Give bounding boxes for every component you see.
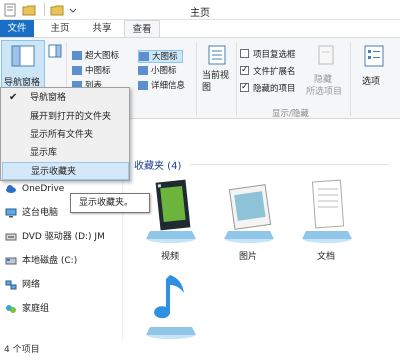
item-checkboxes-option[interactable]: 项目复选框 <box>240 48 296 61</box>
file-extensions-option[interactable]: 文件扩展名 <box>240 64 296 78</box>
tab-file[interactable]: 文件 <box>0 20 34 38</box>
layout-extra-large[interactable]: 超大图标 <box>72 50 119 63</box>
selected-items-label: 所选项目 <box>306 87 343 97</box>
show-hide-group-label: 显示/隐藏 <box>272 109 309 119</box>
tab-home[interactable]: 主页 <box>42 20 78 38</box>
tab-share[interactable]: 共享 <box>84 20 120 38</box>
video-library-icon <box>146 179 196 243</box>
status-bar: 4 个项目 <box>0 341 400 360</box>
item-checkboxes-checkbox[interactable] <box>240 49 249 58</box>
network-icon <box>5 280 17 290</box>
menu-item-show-favorites[interactable]: 显示收藏夹 <box>2 162 129 180</box>
options-label: 选项 <box>362 77 381 87</box>
tab-view[interactable]: 查看 <box>124 20 160 38</box>
current-view-button[interactable]: 当前视图 <box>200 42 234 102</box>
layout-small[interactable]: 小图标 <box>138 65 177 78</box>
medium-icons-icon <box>72 66 82 75</box>
details-icon <box>138 81 148 90</box>
dvd-drive-icon <box>5 233 17 241</box>
group-header-line <box>190 164 390 165</box>
cloud-icon <box>6 185 16 193</box>
current-view-label: 当前视图 <box>202 71 230 93</box>
preview-pane-icon[interactable] <box>48 44 62 58</box>
window-title: 主页 <box>190 8 210 19</box>
library-label: 视频 <box>160 252 179 262</box>
library-label: 文档 <box>316 252 335 262</box>
library-documents[interactable]: 文档 <box>296 169 356 262</box>
file-extensions-checkbox[interactable] <box>240 64 249 77</box>
library-pictures[interactable]: 图片 <box>218 169 278 262</box>
options-button[interactable]: 选项 <box>354 42 394 102</box>
options-icon <box>364 45 384 67</box>
current-view-icon <box>208 45 226 65</box>
music-library-icon <box>146 275 196 339</box>
check-icon: ✔ <box>9 92 18 103</box>
menu-item-expand-to-open-folder[interactable]: 展开到打开的文件夹 <box>2 108 129 126</box>
ribbon-separator <box>350 42 351 116</box>
small-icons-icon <box>138 66 148 75</box>
hidden-items-option[interactable]: 隐藏的项目 <box>240 81 296 95</box>
ribbon-separator <box>196 42 197 116</box>
library-label: 图片 <box>238 252 257 262</box>
large-icons-icon <box>139 52 149 61</box>
nav-pane-menu: ✔ 导航窗格 展开到打开的文件夹 显示所有文件夹 显示库 显示收藏夹 <box>0 87 130 181</box>
tooltip: 显示收藏夹。 <box>70 193 150 213</box>
title-bar: 主页 <box>0 0 400 20</box>
ribbon-tabs: 文件 主页 共享 查看 <box>0 20 400 38</box>
hide-selected-button[interactable]: 隐藏 所选项目 <box>306 42 346 102</box>
nav-pane-icon <box>11 45 35 67</box>
extra-large-icons-icon <box>72 51 82 60</box>
local-disk-icon <box>5 257 17 265</box>
layout-medium[interactable]: 中图标 <box>72 65 111 78</box>
documents-library-icon <box>302 179 352 243</box>
library-videos[interactable]: 视频 <box>140 169 200 262</box>
pictures-library-icon <box>224 184 274 243</box>
menu-item-show-all-folders[interactable]: 显示所有文件夹 <box>2 126 129 144</box>
hide-selected-icon <box>318 45 334 65</box>
menu-item-nav-pane[interactable]: ✔ 导航窗格 <box>2 89 129 107</box>
ribbon-separator <box>236 42 237 116</box>
menu-item-show-libraries[interactable]: 显示库 <box>2 144 129 162</box>
layout-large[interactable]: 大图标 <box>138 50 183 63</box>
hidden-items-checkbox[interactable] <box>240 81 249 94</box>
layout-details[interactable]: 详细信息 <box>138 80 185 93</box>
homegroup-icon <box>6 305 16 313</box>
item-count: 4 个项目 <box>4 345 40 355</box>
computer-icon <box>5 208 17 218</box>
